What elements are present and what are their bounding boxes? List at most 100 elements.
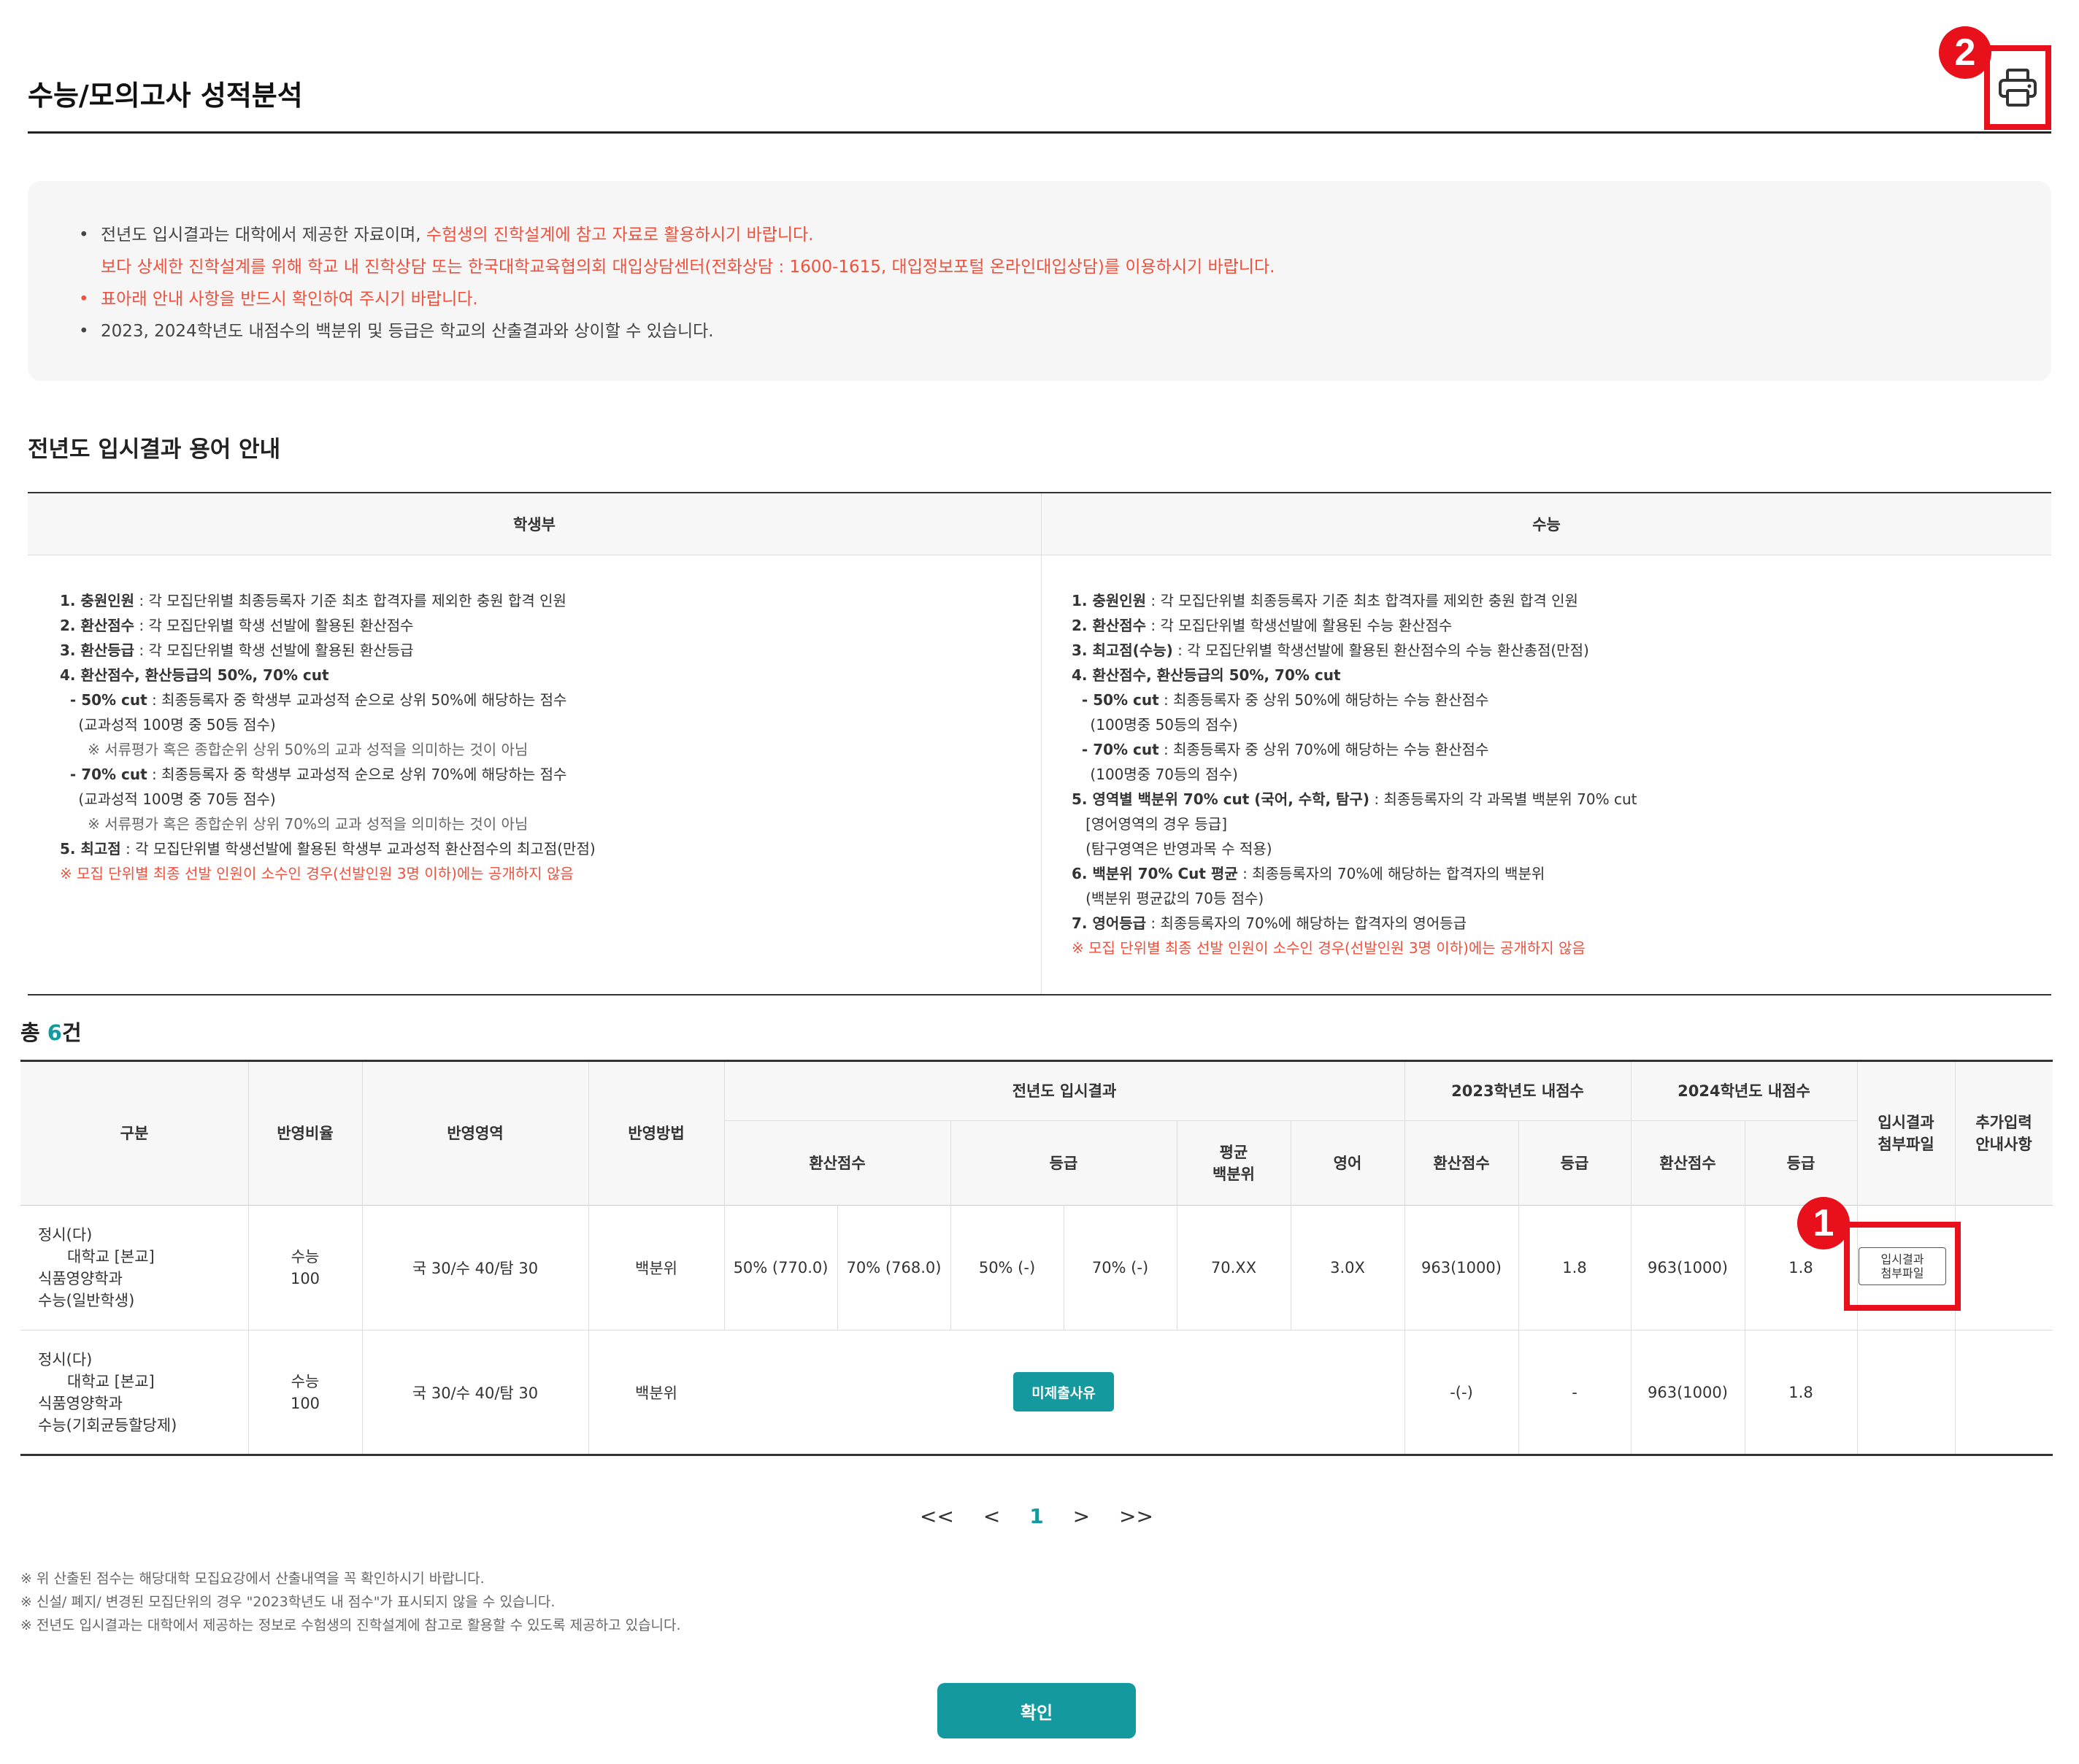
term-guide-heading: 전년도 입시결과 용어 안내: [28, 436, 281, 463]
term-line: (100명중 70등의 점수): [1072, 762, 1637, 787]
term-label: - 70% cut: [60, 766, 147, 783]
term-label: 5. 최고점: [60, 840, 121, 858]
term-description: ※ 서류평가 혹은 종합순위 상위 70%의 교과 성적을 의미하는 것이 아님: [60, 815, 529, 833]
term-description: : 최종등록자 중 학생부 교과성적 순으로 상위 70%에 해당하는 점수: [147, 766, 567, 783]
footnote-3: ※ 전년도 입시결과는 대학에서 제공하는 정보로 수험생의 진학설계에 참고로…: [20, 1617, 681, 1633]
term-description: : 각 모집단위별 학생선발에 활용된 학생부 교과성적 환산점수의 최고점(만…: [120, 840, 596, 858]
term-guide-table: 학생부 수능 1. 충원인원 : 각 모집단위별 최종등록자 기준 최초 합격자…: [28, 492, 2051, 995]
term-line: 7. 영어등급 : 최종등록자의 70%에 해당하는 합격자의 영어등급: [1072, 911, 1637, 936]
total-count: 총 6건: [20, 1016, 82, 1047]
term-description: ※ 서류평가 혹은 종합순위 상위 50%의 교과 성적을 의미하는 것이 아님: [60, 741, 529, 758]
term-line: 2. 환산점수 : 각 모집단위별 학생선발에 활용된 수능 환산점수: [1072, 613, 1637, 638]
first-page-button[interactable]: <<: [920, 1504, 954, 1528]
term-label: 4. 환산점수, 환산등급의 50%, 70% cut: [60, 666, 329, 684]
term-label: 2. 환산점수: [60, 617, 135, 634]
header-method: 반영방법: [588, 1062, 724, 1205]
confirm-button[interactable]: 확인: [937, 1683, 1136, 1738]
table-bottom-border: [20, 1454, 2053, 1456]
title-divider: [28, 131, 2051, 134]
header-ratio: 반영비율: [248, 1062, 362, 1205]
footnote-2: ※ 신설/ 폐지/ 변경된 모집단위의 경우 "2023학년도 내 점수"가 표…: [20, 1594, 556, 1610]
header-2024-score: 2024학년도 내점수: [1631, 1062, 1857, 1120]
term-line: [영어영역의 경우 등급]: [1072, 812, 1637, 836]
not-submitted-reason-button[interactable]: 미제출사유: [1013, 1372, 1114, 1411]
header-extra-info: 추가입력 안내사항: [1955, 1062, 2053, 1205]
page-1-button[interactable]: 1: [1029, 1504, 1043, 1528]
printer-icon: [1999, 69, 2037, 107]
subheader-2023-score: 환산점수: [1404, 1121, 1518, 1205]
page-title: 수능/모의고사 성적분석: [28, 80, 303, 112]
term-line: - 70% cut : 최종등록자 중 학생부 교과성적 순으로 상위 70%에…: [60, 762, 596, 787]
term-line: 1. 충원인원 : 각 모집단위별 최종등록자 기준 최초 합격자를 제외한 충…: [60, 588, 596, 613]
notice-text: 보다 상세한 진학설계를 위해 학교 내 진학상담 또는 한국대학교육협의회 대…: [101, 258, 1275, 277]
total-suffix: 건: [61, 1020, 82, 1045]
notice-highlight: 수험생의 진학설계에 참고 자료로 활용하시기 바랍니다.: [426, 226, 814, 244]
next-page-button[interactable]: >: [1073, 1504, 1090, 1528]
subheader-grade: 등급: [950, 1121, 1177, 1205]
header-category: 구분: [20, 1062, 248, 1205]
term-line: - 50% cut : 최종등록자 중 학생부 교과성적 순으로 상위 50%에…: [60, 688, 596, 712]
term-description: : 최종등록자 중 상위 70%에 해당하는 수능 환산점수: [1158, 741, 1489, 758]
row1-avg-percentile: 70.XX: [1210, 1259, 1257, 1276]
term-line: (탐구영역은 반영과목 수 적용): [1072, 836, 1637, 861]
term-line: (백분위 평균값의 70등 점수): [1072, 886, 1637, 911]
term-line: ※ 모집 단위별 최종 선발 인원이 소수인 경우(선발인원 3명 이하)에는 …: [60, 861, 596, 886]
row1-grade-50: 50% (-): [978, 1259, 1036, 1276]
prev-page-button[interactable]: <: [983, 1504, 1000, 1528]
notice-text: 전년도 입시결과는 대학에서 제공한 자료이며,: [101, 226, 426, 244]
term-label: - 50% cut: [1072, 691, 1159, 709]
row2-2023-score: -(-): [1450, 1383, 1473, 1401]
term-label: - 70% cut: [1072, 741, 1159, 758]
term-description: : 최종등록자의 70%에 해당하는 합격자의 백분위: [1237, 865, 1545, 882]
term-label: 3. 환산등급: [60, 642, 135, 659]
last-page-button[interactable]: >>: [1119, 1504, 1153, 1528]
term-line: 5. 최고점 : 각 모집단위별 학생선발에 활용된 학생부 교과성적 환산점수…: [60, 836, 596, 861]
term-description: : 최종등록자의 70%에 해당하는 합격자의 영어등급: [1146, 914, 1467, 932]
term-label: 6. 백분위 70% Cut 평균: [1072, 865, 1238, 882]
term-description: : 각 모집단위별 학생선발에 활용된 환산점수의 수능 환산총점(만점): [1172, 642, 1589, 659]
header-area: 반영영역: [362, 1062, 588, 1205]
print-button[interactable]: [1984, 45, 2051, 130]
row2-area: 국 30/수 40/탐 30: [412, 1384, 539, 1402]
term-line: 1. 충원인원 : 각 모집단위별 최종등록자 기준 최초 합격자를 제외한 충…: [1072, 588, 1637, 613]
row1-score-50: 50% (770.0): [733, 1259, 829, 1276]
row2-ratio: 수능 100: [290, 1372, 320, 1412]
term-line: ※ 서류평가 혹은 종합순위 상위 70%의 교과 성적을 의미하는 것이 아님: [60, 812, 596, 836]
row1-category: 정시(다) 대학교 [본교] 식품영양학과 수능(일반학생): [38, 1226, 155, 1309]
notice-line-2: 보다 상세한 진학설계를 위해 학교 내 진학상담 또는 한국대학교육협의회 대…: [79, 253, 1275, 277]
row1-2024-score: 963(1000): [1648, 1259, 1728, 1276]
notice-line-3: • 표아래 안내 사항을 반드시 확인하여 주시기 바랍니다.: [79, 290, 478, 309]
term-label: 4. 환산점수, 환산등급의 50%, 70% cut: [1072, 666, 1341, 684]
row1-2023-score: 963(1000): [1421, 1259, 1502, 1276]
term-description: : 각 모집단위별 최종등록자 기준 최초 합격자를 제외한 충원 합격 인원: [134, 592, 566, 609]
callout-badge-1: 1: [1797, 1197, 1850, 1249]
term-description: : 각 모집단위별 학생 선발에 활용된 환산점수: [134, 617, 414, 634]
term-line: (교과성적 100명 중 70등 점수): [60, 787, 596, 812]
term-line: ※ 서류평가 혹은 종합순위 상위 50%의 교과 성적을 의미하는 것이 아님: [60, 737, 596, 762]
term-label: 5. 영역별 백분위 70% cut (국어, 수학, 탐구): [1072, 790, 1370, 808]
row1-english: 3.0X: [1330, 1259, 1365, 1276]
row2-category: 정시(다) 대학교 [본교] 식품영양학과 수능(기회균등할당제): [38, 1350, 177, 1434]
row1-method: 백분위: [635, 1260, 677, 1277]
row2-method: 백분위: [635, 1384, 677, 1402]
term-list-student: 1. 충원인원 : 각 모집단위별 최종등록자 기준 최초 합격자를 제외한 충…: [60, 588, 596, 886]
term-label: - 50% cut: [60, 691, 147, 709]
subheader-2024-grade: 등급: [1745, 1121, 1857, 1205]
row2-2024-score: 963(1000): [1648, 1383, 1728, 1401]
row1-area: 국 30/수 40/탐 30: [412, 1260, 539, 1277]
term-line: - 50% cut : 최종등록자 중 상위 50%에 해당하는 수능 환산점수: [1072, 688, 1637, 712]
subheader-avg-percentile: 평균 백분위: [1177, 1121, 1291, 1205]
notice-line-4: • 2023, 2024학년도 내점수의 백분위 및 등급은 학교의 산출결과와 …: [79, 322, 714, 341]
term-label: 1. 충원인원: [1072, 592, 1147, 609]
term-line: (교과성적 100명 중 50등 점수): [60, 712, 596, 737]
subheader-2023-grade: 등급: [1518, 1121, 1631, 1205]
notice-line-1: • 전년도 입시결과는 대학에서 제공한 자료이며, 수험생의 진학설계에 참고 …: [79, 226, 814, 244]
attach-highlight: 입시결과 첨부파일: [1844, 1222, 1961, 1311]
term-description: : 각 모집단위별 최종등록자 기준 최초 합격자를 제외한 충원 합격 인원: [1146, 592, 1578, 609]
notice-text: 표아래 안내 사항을 반드시 확인하여 주시기 바랍니다.: [101, 290, 478, 309]
term-label: 2. 환산점수: [1072, 617, 1147, 634]
attach-file-button[interactable]: 입시결과 첨부파일: [1859, 1247, 1946, 1285]
row2-2024-grade: 1.8: [1788, 1383, 1813, 1401]
header-2023-score: 2023학년도 내점수: [1404, 1062, 1631, 1120]
term-line: 3. 환산등급 : 각 모집단위별 학생 선발에 활용된 환산등급: [60, 638, 596, 663]
